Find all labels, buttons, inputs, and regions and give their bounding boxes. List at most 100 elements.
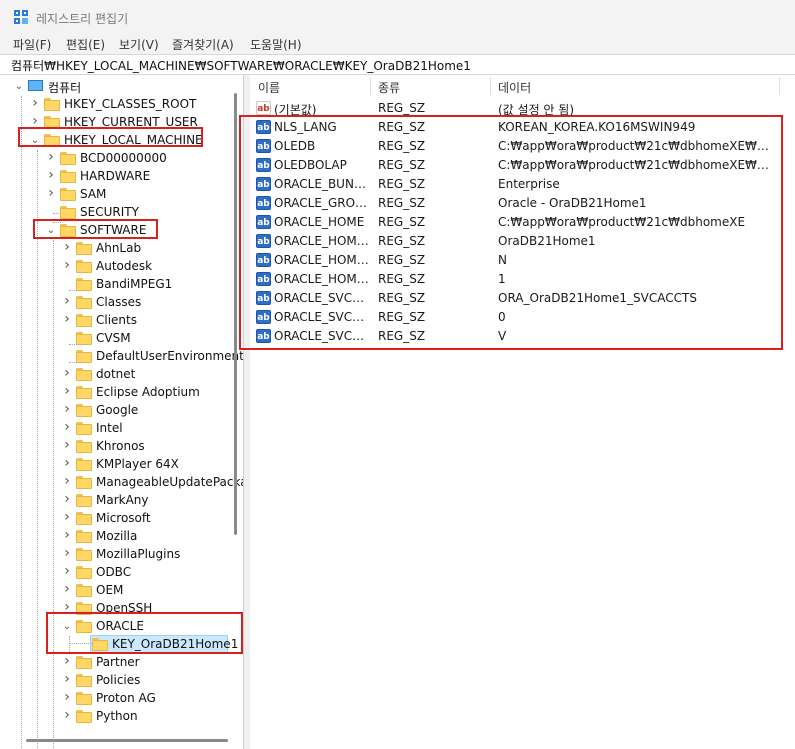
computer-icon [28, 80, 43, 91]
chevron-right-icon[interactable]: › [62, 528, 72, 542]
folder-icon [76, 440, 92, 453]
chevron-right-icon[interactable]: › [62, 708, 72, 722]
address-bar[interactable]: 컴퓨터₩HKEY_LOCAL_MACHINE₩SOFTWARE₩ORACLE₩K… [0, 54, 795, 75]
chevron-right-icon[interactable]: › [62, 312, 72, 326]
tree-node-label: Partner [96, 655, 140, 669]
folder-icon [76, 548, 92, 561]
chevron-right-icon[interactable]: › [62, 672, 72, 686]
window-title: 레지스트리 편집기 [36, 12, 129, 26]
chevron-right-icon[interactable]: › [62, 582, 72, 596]
chevron-right-icon[interactable]: › [62, 474, 72, 488]
highlight-box-hklm [18, 127, 203, 147]
folder-icon [60, 206, 76, 219]
folder-icon [60, 152, 76, 165]
chevron-right-icon[interactable]: › [62, 258, 72, 272]
tree-node-label: KMPlayer 64X [96, 457, 179, 471]
folder-icon [76, 674, 92, 687]
tree-node-label: HARDWARE [80, 169, 151, 183]
tree-node-label: Eclipse Adoptium [96, 385, 200, 399]
tree-node-label: Python [96, 709, 138, 723]
tree-node-label: dotnet [96, 367, 136, 381]
folder-icon [76, 656, 92, 669]
column-header-type[interactable]: 종류 [370, 75, 490, 97]
chevron-right-icon[interactable]: › [62, 456, 72, 470]
tree-guide-line [37, 150, 38, 749]
tree-node-label: MozillaPlugins [96, 547, 181, 561]
folder-icon [60, 188, 76, 201]
column-header-name[interactable]: 이름 [250, 75, 370, 97]
chevron-right-icon[interactable]: › [62, 546, 72, 560]
column-separator[interactable] [779, 77, 780, 95]
tree-node-label: Proton AG [96, 691, 156, 705]
tree-node-label: OEM [96, 583, 124, 597]
tree-node-label: BandiMPEG1 [96, 277, 173, 291]
folder-icon [76, 692, 92, 705]
tree-vertical-scrollbar[interactable] [234, 93, 237, 535]
chevron-right-icon[interactable]: › [46, 150, 56, 164]
chevron-right-icon[interactable]: › [62, 654, 72, 668]
tree-node-label: HKEY_CLASSES_ROOT [64, 97, 197, 111]
registry-editor-icon [14, 10, 28, 24]
tree-node-label: SECURITY [80, 205, 139, 219]
chevron-right-icon[interactable]: › [30, 114, 40, 128]
tree-node-label: MarkAny [96, 493, 149, 507]
tree-node-label: Khronos [96, 439, 145, 453]
tree-guide-line [21, 96, 22, 749]
folder-icon [76, 422, 92, 435]
tree-guide-line [69, 344, 77, 345]
menu-favorites[interactable]: 즐겨찾기(A) [172, 36, 234, 53]
menu-help[interactable]: 도움말(H) [250, 36, 302, 53]
chevron-right-icon[interactable]: › [62, 510, 72, 524]
folder-icon [76, 566, 92, 579]
chevron-right-icon[interactable]: › [62, 492, 72, 506]
menu-view[interactable]: 보기(V) [119, 36, 159, 53]
tree-guide-line [69, 362, 77, 363]
folder-icon [76, 710, 92, 723]
folder-icon [76, 350, 92, 363]
folder-icon [76, 386, 92, 399]
folder-icon [76, 530, 92, 543]
chevron-right-icon[interactable]: › [62, 402, 72, 416]
chevron-right-icon[interactable]: › [62, 420, 72, 434]
folder-icon [76, 332, 92, 345]
highlight-box-values [239, 115, 783, 350]
menu-edit[interactable]: 편집(E) [66, 36, 105, 53]
folder-icon [76, 458, 92, 471]
tree-node-label: Autodesk [96, 259, 153, 273]
title-bar: 레지스트리 편집기 [0, 0, 795, 34]
menu-file[interactable]: 파일(F) [13, 36, 51, 53]
tree-guide-line [53, 240, 54, 749]
folder-icon [76, 368, 92, 381]
chevron-right-icon[interactable]: › [62, 366, 72, 380]
tree-node-label: ManageableUpdatePacka [96, 475, 243, 489]
address-path[interactable]: 컴퓨터₩HKEY_LOCAL_MACHINE₩SOFTWARE₩ORACLE₩K… [11, 57, 471, 74]
chevron-right-icon[interactable]: › [30, 96, 40, 110]
chevron-right-icon[interactable]: › [62, 690, 72, 704]
tree-node-label: Microsoft [96, 511, 151, 525]
folder-icon [76, 404, 92, 417]
folder-icon [76, 476, 92, 489]
chevron-right-icon[interactable]: › [62, 384, 72, 398]
tree-node-label: Classes [96, 295, 142, 309]
folder-icon [76, 314, 92, 327]
tree-horizontal-scrollbar[interactable] [26, 739, 228, 742]
chevron-right-icon[interactable]: › [46, 168, 56, 182]
tree-node-label: Mozilla [96, 529, 138, 543]
folder-icon [76, 260, 92, 273]
chevron-down-icon[interactable]: ⌄ [14, 81, 24, 93]
tree-node-label: Intel [96, 421, 123, 435]
chevron-right-icon[interactable]: › [62, 294, 72, 308]
highlight-box-software [33, 219, 158, 239]
tree-node-label: SAM [80, 187, 107, 201]
folder-icon [76, 242, 92, 255]
chevron-right-icon[interactable]: › [46, 186, 56, 200]
menu-bar: 파일(F) 편집(E) 보기(V) 즐겨찾기(A) 도움말(H) [0, 34, 795, 54]
tree-node-label: Policies [96, 673, 141, 687]
folder-icon [44, 98, 60, 111]
folder-icon [76, 278, 92, 291]
chevron-right-icon[interactable]: › [62, 564, 72, 578]
column-header-data[interactable]: 데이터 [490, 75, 780, 97]
chevron-right-icon[interactable]: › [62, 438, 72, 452]
chevron-right-icon[interactable]: › [62, 240, 72, 254]
folder-icon [76, 494, 92, 507]
